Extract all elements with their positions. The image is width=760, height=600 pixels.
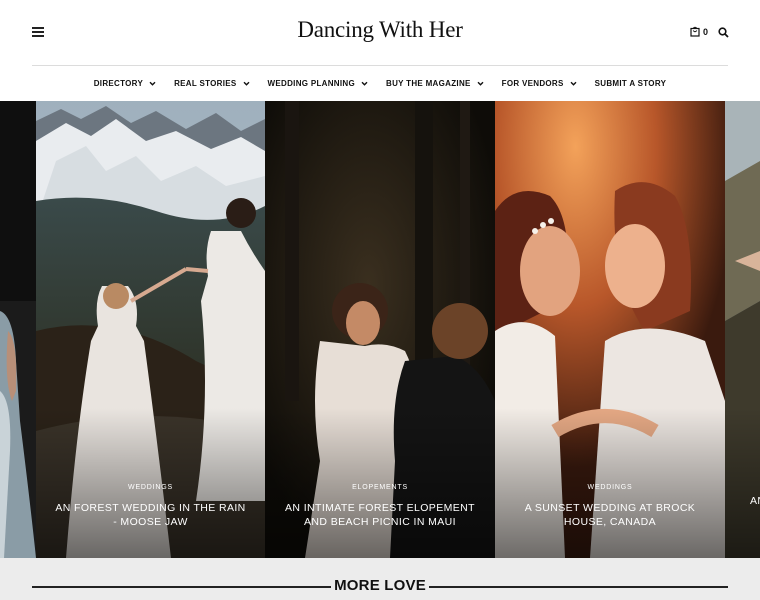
slide-photo [0, 101, 36, 558]
slide-caption: AN [725, 484, 760, 508]
nav-item-buy-the-magazine[interactable]: BUY THE MAGAZINE [386, 79, 485, 88]
slide-caption: ELOPEMENTS AN INTIMATE FOREST ELOPEMENT … [265, 484, 495, 529]
slide-card[interactable]: ELOPEMENTS AN INTIMATE FOREST ELOPEMENT … [265, 101, 495, 558]
slide-gradient [495, 408, 725, 558]
nav-item-real-stories[interactable]: REAL STORIES [174, 79, 250, 88]
slide-gradient [36, 408, 265, 558]
slide-card[interactable]: WEDDINGS AN FOREST WEDDING IN THE RAIN -… [36, 101, 265, 558]
slide-category[interactable]: WEDDINGS [54, 484, 247, 491]
main-navigation: DIRECTORY REAL STORIES WEDDING PLANNING … [0, 66, 760, 101]
chevron-down-icon [477, 81, 484, 86]
chevron-down-icon [361, 81, 368, 86]
search-icon[interactable] [718, 27, 729, 38]
site-header: Dancing With Her 0 [0, 0, 760, 66]
slide-partial-right[interactable]: AN [725, 101, 760, 558]
slide-card[interactable]: WEDDINGS A SUNSET WEDDING AT BROCK HOUSE… [495, 101, 725, 558]
chevron-down-icon [149, 81, 156, 86]
chevron-down-icon [570, 81, 577, 86]
nav-item-submit-a-story[interactable]: SUBMIT A STORY [595, 79, 667, 88]
slide-partial-left[interactable] [0, 101, 36, 558]
site-logo[interactable]: Dancing With Her [0, 17, 760, 43]
slide-gradient [265, 408, 495, 558]
slide-title[interactable]: AN INTIMATE FOREST ELOPEMENT AND BEACH P… [283, 501, 477, 529]
featured-slider: WEDDINGS AN FOREST WEDDING IN THE RAIN -… [0, 101, 760, 558]
nav-item-label: SUBMIT A STORY [594, 79, 667, 88]
slide-title[interactable]: AN [750, 494, 760, 508]
nav-item-label: FOR VENDORS [501, 79, 564, 88]
nav-item-label: REAL STORIES [174, 79, 237, 88]
slide-category[interactable]: WEDDINGS [513, 484, 707, 491]
nav-item-label: DIRECTORY [93, 79, 144, 88]
slide-category[interactable]: ELOPEMENTS [283, 484, 477, 491]
shopping-bag-icon [690, 26, 700, 37]
slide-caption: WEDDINGS AN FOREST WEDDING IN THE RAIN -… [36, 484, 265, 529]
cart-count: 0 [703, 26, 709, 37]
nav-item-wedding-planning[interactable]: WEDDING PLANNING [268, 79, 369, 88]
slide-title[interactable]: AN FOREST WEDDING IN THE RAIN - MOOSE JA… [54, 501, 247, 529]
nav-item-directory[interactable]: DIRECTORY [94, 79, 157, 88]
slide-title[interactable]: A SUNSET WEDDING AT BROCK HOUSE, CANADA [513, 501, 707, 529]
slide-gradient [725, 408, 760, 558]
nav-item-for-vendors[interactable]: FOR VENDORS [502, 79, 578, 88]
chevron-down-icon [243, 81, 250, 86]
cart-button[interactable]: 0 [690, 26, 708, 37]
nav-item-label: BUY THE MAGAZINE [386, 79, 471, 88]
section-divider-right [429, 586, 728, 588]
slide-caption: WEDDINGS A SUNSET WEDDING AT BROCK HOUSE… [495, 484, 725, 529]
more-love-section: MORE LOVE [0, 558, 760, 600]
nav-item-label: WEDDING PLANNING [267, 79, 355, 88]
